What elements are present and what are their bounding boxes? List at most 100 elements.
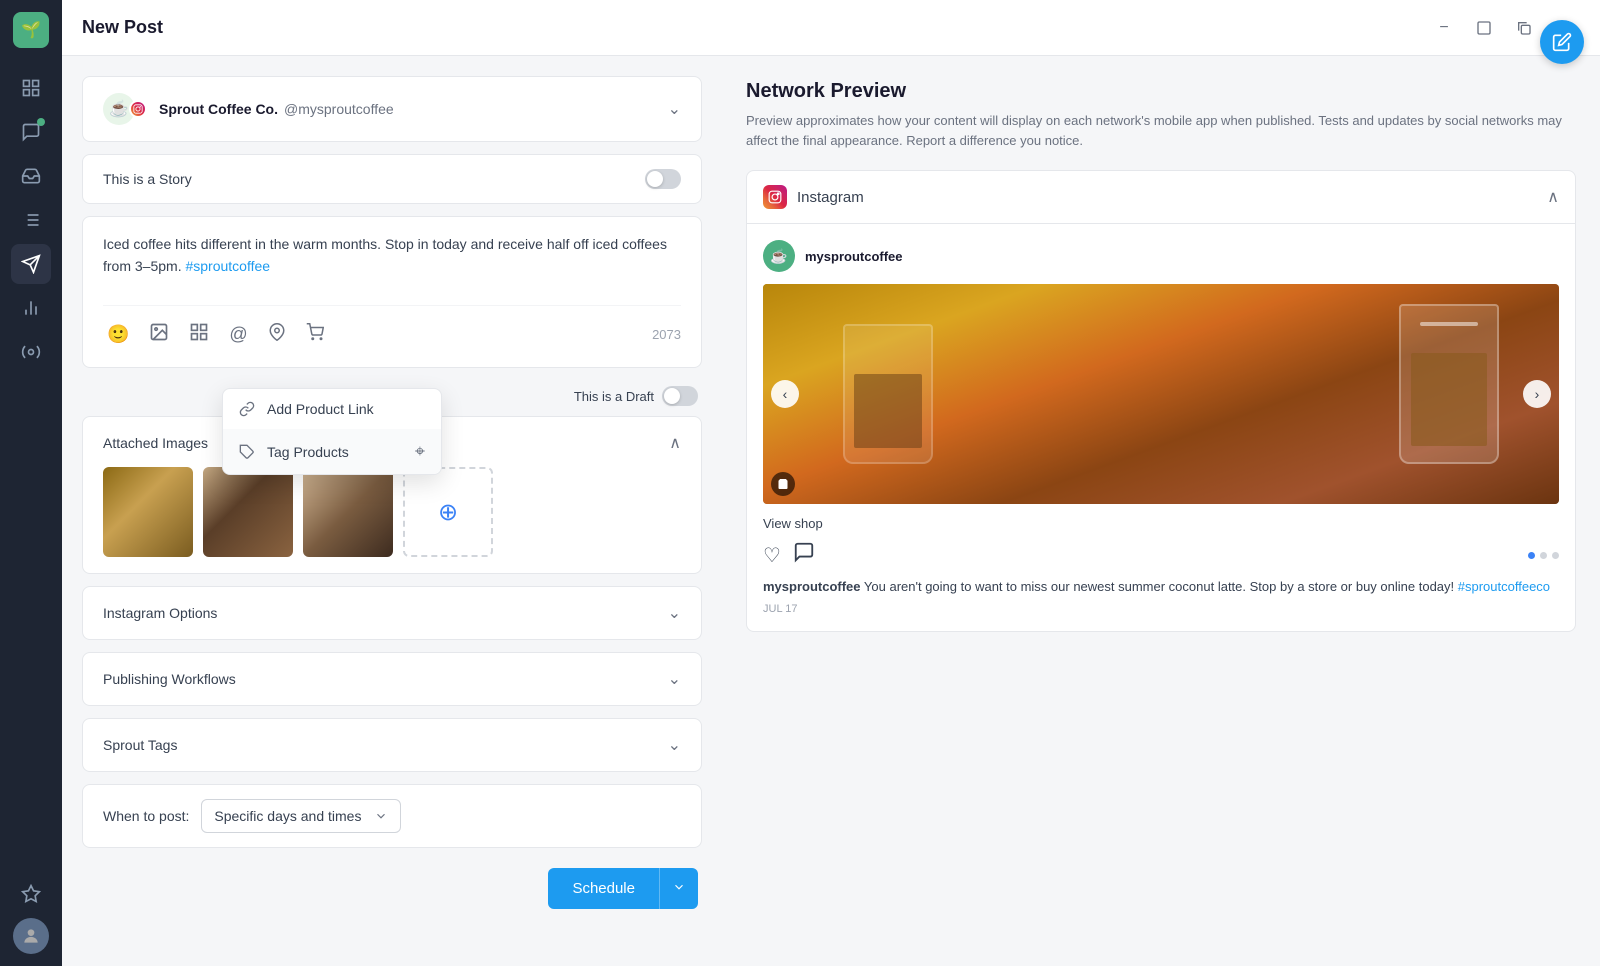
sidebar-item-reports[interactable] <box>11 288 51 328</box>
sprout-tags-title: Sprout Tags <box>103 737 177 753</box>
publishing-workflows-chevron: ⌄ <box>668 669 681 689</box>
preview-actions-row: ♡ <box>763 541 1559 569</box>
image-thumb-2[interactable] <box>203 467 293 557</box>
when-to-post-select[interactable]: Specific days and times <box>201 799 401 833</box>
account-handle: @mysproutcoffee <box>284 101 394 117</box>
dot-3 <box>1552 552 1559 559</box>
images-grid: ⊕ <box>103 467 681 557</box>
instagram-network-icon <box>129 100 147 118</box>
coffee-preview-image <box>763 284 1559 504</box>
link-icon <box>239 401 255 417</box>
sprout-tags-section[interactable]: Sprout Tags ⌄ <box>82 718 702 772</box>
add-image-button[interactable]: ⊕ <box>403 467 493 557</box>
like-icon[interactable]: ♡ <box>763 543 781 568</box>
account-selector[interactable]: ☕ Sprout Coffee Co. @mysproutcoffee ⌄ <box>82 76 702 142</box>
dot-2 <box>1540 552 1547 559</box>
image-icon[interactable] <box>145 318 173 351</box>
cart-icon[interactable] <box>302 319 328 350</box>
cup-liquid <box>1411 353 1488 447</box>
sidebar-item-automation[interactable] <box>11 332 51 372</box>
draft-toggle-knob <box>664 388 680 404</box>
preview-caption-username: mysproutcoffee <box>763 579 861 594</box>
image-thumb-3[interactable] <box>303 467 393 557</box>
select-chevron-icon <box>374 809 388 823</box>
prev-image-button[interactable]: ‹ <box>771 380 799 408</box>
comment-icon[interactable] <box>793 541 815 569</box>
account-chevron-icon: ⌄ <box>668 99 681 119</box>
messages-badge <box>37 118 45 126</box>
add-product-link-item[interactable]: Add Product Link <box>223 389 441 429</box>
logo-icon: 🌱 <box>21 20 41 40</box>
view-shop-link[interactable]: View shop <box>763 516 1559 531</box>
network-preview-section: Instagram ∧ ☕ mysproutcoffee <box>746 170 1576 632</box>
user-avatar[interactable] <box>13 918 49 954</box>
location-icon[interactable] <box>264 319 290 350</box>
instagram-options-chevron: ⌄ <box>668 603 681 623</box>
draft-toggle[interactable] <box>662 386 698 406</box>
instagram-options-section[interactable]: Instagram Options ⌄ <box>82 586 702 640</box>
sidebar-item-publishing[interactable] <box>11 200 51 240</box>
publishing-workflows-section[interactable]: Publishing Workflows ⌄ <box>82 652 702 706</box>
new-window-button[interactable] <box>1508 12 1540 44</box>
preview-account-row: ☕ mysproutcoffee <box>763 240 1559 272</box>
plus-icon: ⊕ <box>438 498 458 527</box>
dot-1 <box>1528 552 1535 559</box>
expand-icon <box>1476 20 1492 36</box>
preview-avatar: ☕ <box>763 240 795 272</box>
add-product-link-label: Add Product Link <box>267 401 374 417</box>
compose-fab-button[interactable] <box>1540 20 1584 64</box>
instagram-options-title: Instagram Options <box>103 605 217 621</box>
tag-products-label: Tag Products <box>267 444 349 460</box>
toggle-knob <box>647 171 663 187</box>
story-toggle[interactable] <box>645 169 681 189</box>
sprout-tags-chevron: ⌄ <box>668 735 681 755</box>
char-count: 2073 <box>652 327 681 342</box>
preview-panel: Network Preview Preview approximates how… <box>722 56 1600 966</box>
minimize-icon: − <box>1439 19 1448 37</box>
sidebar-item-analytics[interactable] <box>11 68 51 108</box>
cup-2-liquid <box>854 374 923 449</box>
schedule-dropdown-icon <box>672 880 686 894</box>
composer-toolbar: 🙂 @ 2073 <box>103 305 681 351</box>
network-collapse-icon[interactable]: ∧ <box>1547 187 1559 207</box>
publishing-workflows-title: Publishing Workflows <box>103 671 236 687</box>
schedule-dropdown-button[interactable] <box>659 868 698 909</box>
image-thumb-1[interactable] <box>103 467 193 557</box>
shop-badge-icon <box>771 472 795 496</box>
post-hashtag[interactable]: #sproutcoffee <box>185 258 270 274</box>
expand-button[interactable] <box>1468 12 1500 44</box>
nav-logo[interactable]: 🌱 <box>13 12 49 48</box>
grid-icon[interactable] <box>185 318 213 351</box>
post-text-content[interactable]: Iced coffee hits different in the warm m… <box>103 233 681 293</box>
sidebar-item-reviews[interactable] <box>11 874 51 914</box>
preview-username: mysproutcoffee <box>805 249 903 264</box>
cup-2 <box>843 324 933 464</box>
preview-subtitle: Preview approximates how your content wi… <box>746 111 1576 150</box>
draft-label: This is a Draft <box>574 389 654 404</box>
image-dots <box>1528 552 1559 559</box>
sidebar-item-compose[interactable] <box>11 244 51 284</box>
content-area: ☕ Sprout Coffee Co. @mysproutcoffee ⌄ Th… <box>62 56 1600 966</box>
minimize-button[interactable]: − <box>1428 12 1460 44</box>
product-dropdown-menu: Add Product Link Tag Products ⌖ <box>222 388 442 475</box>
preview-date: JUL 17 <box>763 603 1559 615</box>
tag-products-item[interactable]: Tag Products ⌖ <box>223 429 441 474</box>
account-icons: ☕ <box>103 93 147 125</box>
sidebar-item-messages[interactable] <box>11 112 51 152</box>
sidebar-item-inbox[interactable] <box>11 156 51 196</box>
cup-ice <box>1420 322 1478 326</box>
schedule-button[interactable]: Schedule <box>548 868 659 909</box>
compose-fab-icon <box>1552 32 1572 52</box>
post-preview-content: ☕ mysproutcoffee <box>747 224 1575 631</box>
cup-1 <box>1399 304 1499 464</box>
preview-caption: mysproutcoffee You aren't going to want … <box>763 577 1559 597</box>
network-header: Instagram ∧ <box>747 171 1575 224</box>
preview-caption-text: You aren't going to want to miss our new… <box>864 579 1458 594</box>
preview-title: Network Preview <box>746 80 1576 103</box>
instagram-icon <box>763 185 787 209</box>
emoji-icon[interactable]: 🙂 <box>103 320 133 349</box>
next-image-button[interactable]: › <box>1523 380 1551 408</box>
preview-caption-hashtag[interactable]: #sproutcoffeeco <box>1458 579 1550 594</box>
mention-icon[interactable]: @ <box>225 320 251 349</box>
preview-image-bg <box>763 284 1559 504</box>
